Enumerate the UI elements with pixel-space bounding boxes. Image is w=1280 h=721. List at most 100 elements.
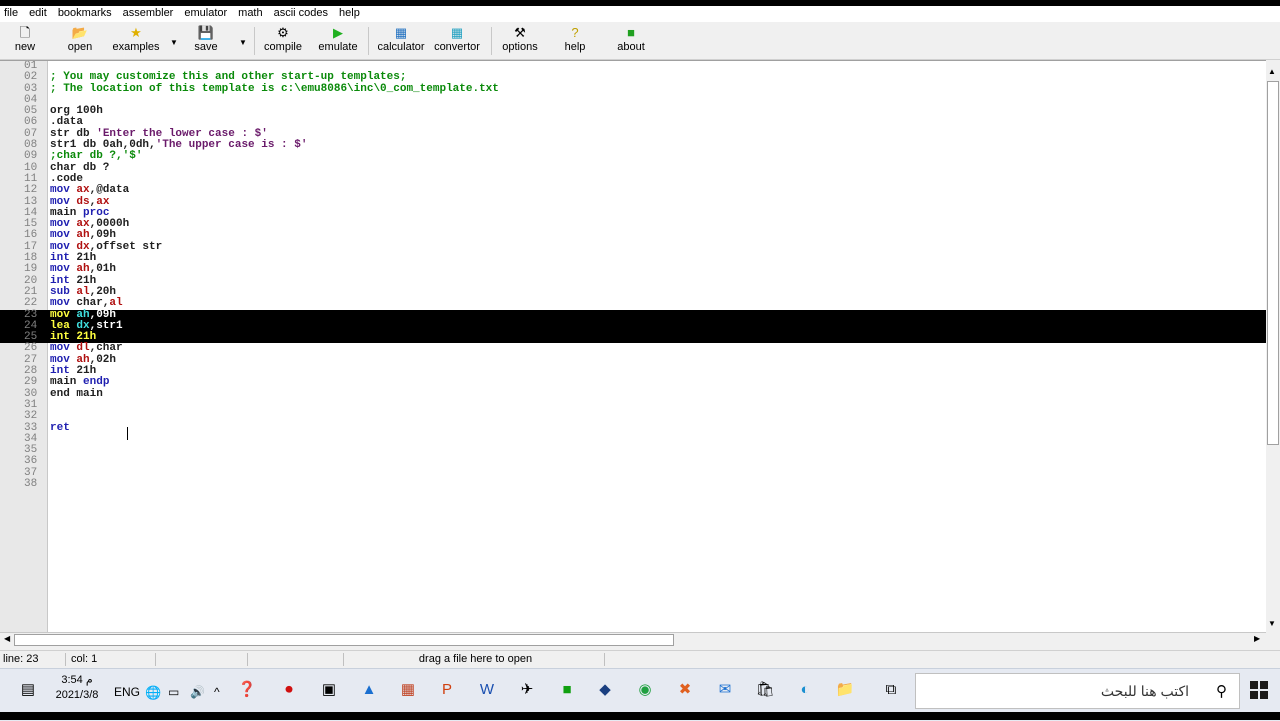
code-line[interactable]: 35 xyxy=(0,444,1266,456)
code-line[interactable]: 36 xyxy=(0,456,1266,468)
menu-ascii-codes[interactable]: ascii codes xyxy=(270,6,332,22)
photos-app-icon[interactable]: ▲ xyxy=(358,679,380,701)
code-line[interactable]: 23 mov ah,09h xyxy=(0,308,1266,321)
code-line[interactable]: 18 int 21h xyxy=(0,252,1266,264)
vertical-scroll-thumb[interactable] xyxy=(1267,81,1279,445)
taskbar-search[interactable]: اكتب هنا للبحث ⚲ xyxy=(915,673,1240,709)
code-line[interactable]: 37 xyxy=(0,467,1266,479)
code-line[interactable]: 15 mov ax,0000h xyxy=(0,218,1266,230)
word-app-icon[interactable]: W xyxy=(476,679,498,701)
code-line[interactable]: 16 mov ah,09h xyxy=(0,229,1266,242)
scroll-up-arrow-icon[interactable]: ▲ xyxy=(1268,67,1276,76)
tray-chevron-icon[interactable]: ^ xyxy=(214,685,220,699)
virtualbox-app-icon[interactable]: ◆ xyxy=(594,679,616,701)
code-line[interactable]: 34 xyxy=(0,433,1266,445)
menu-math[interactable]: math xyxy=(234,6,266,22)
code-line[interactable]: 29 main endp xyxy=(0,377,1266,389)
emu8086-app-icon[interactable]: ■ xyxy=(556,679,578,701)
battery-icon[interactable]: ▭ xyxy=(168,685,179,699)
chrome-app-icon[interactable]: ◉ xyxy=(634,679,656,701)
network-icon[interactable]: 🌐 xyxy=(145,685,161,701)
volume-icon[interactable]: 🔊 xyxy=(190,685,205,699)
code-line[interactable]: 19 mov ah,01h xyxy=(0,263,1266,276)
code-line[interactable]: 13 mov ds,ax xyxy=(0,196,1266,208)
xampp-app-icon[interactable]: ✖ xyxy=(674,679,696,701)
code-line[interactable]: 31 xyxy=(0,399,1266,411)
record-app-icon[interactable]: ⏺ xyxy=(278,679,300,701)
code-line[interactable]: 05 org 100h xyxy=(0,105,1266,117)
language-indicator[interactable]: ENG xyxy=(114,685,140,699)
code-line[interactable]: 26 mov dl,char xyxy=(0,342,1266,355)
code-line[interactable]: 11 .code xyxy=(0,173,1266,185)
code-line[interactable]: 32 xyxy=(0,410,1266,422)
code-line[interactable]: 03; The location of this template is c:\… xyxy=(0,83,1266,95)
app-icon[interactable]: ▣ xyxy=(318,679,340,701)
code-token: ah xyxy=(76,308,90,321)
save-button[interactable]: 💾 save xyxy=(190,26,222,58)
line-number: 09 xyxy=(24,150,38,163)
code-line[interactable]: 27 mov ah,02h xyxy=(0,354,1266,366)
code-editor[interactable]: 01 02; You may customize this and other s… xyxy=(0,60,1266,633)
winrar-app-icon[interactable]: ▦ xyxy=(397,679,419,701)
code-token: dl xyxy=(76,342,90,355)
menu-bar: file edit bookmarks assembler emulator m… xyxy=(0,6,1280,22)
menu-bookmarks[interactable]: bookmarks xyxy=(54,6,116,22)
about-button[interactable]: ■ about xyxy=(612,26,650,58)
code-line[interactable]: 20 int 21h xyxy=(0,275,1266,287)
code-token: ret xyxy=(50,421,70,434)
status-hint: drag a file here to open xyxy=(343,653,605,666)
horizontal-scroll-thumb[interactable] xyxy=(14,634,674,646)
compile-button[interactable]: ⚙ compile xyxy=(260,26,306,58)
open-button[interactable]: 📂 open xyxy=(62,26,98,58)
code-token: ,09h xyxy=(89,229,117,242)
menu-file[interactable]: file xyxy=(0,6,22,22)
notifications-icon[interactable]: ▤ xyxy=(17,679,39,701)
help-app-icon[interactable]: ❓ xyxy=(236,679,258,701)
task-view-icon[interactable]: ⧉ xyxy=(880,679,902,701)
start-button-icon[interactable] xyxy=(1250,681,1268,699)
code-line[interactable]: 38 xyxy=(0,478,1266,490)
powerpoint-app-icon[interactable]: P xyxy=(436,679,458,701)
file-explorer-icon[interactable]: 📁 xyxy=(834,679,856,701)
code-line[interactable]: 12 mov ax,@data xyxy=(0,184,1266,196)
edge-app-icon[interactable]: ◐ xyxy=(794,679,816,701)
convertor-button[interactable]: ▦ convertor xyxy=(430,26,484,58)
code-text: end main xyxy=(50,388,103,400)
menu-help[interactable]: help xyxy=(335,6,364,22)
code-line[interactable]: 08 str1 db 0ah,0dh,'The upper case is : $… xyxy=(0,139,1266,151)
examples-dropdown[interactable]: ▼ xyxy=(164,26,178,58)
system-clock[interactable]: 3:54 م 2021/3/8 xyxy=(52,673,102,703)
code-line[interactable]: 09 ;char db ?,'$' xyxy=(0,150,1266,163)
code-line[interactable]: 14 main proc xyxy=(0,207,1266,219)
vertical-scrollbar[interactable]: ▲ ▼ xyxy=(1266,61,1280,632)
new-button[interactable]: 🗋 new xyxy=(10,26,40,58)
save-dropdown[interactable]: ▼ xyxy=(233,26,247,58)
scroll-right-arrow-icon[interactable]: ▶ xyxy=(1254,634,1260,643)
code-line[interactable]: 22 mov char,al xyxy=(0,297,1266,309)
code-line[interactable]: 17 mov dx,offset str xyxy=(0,241,1266,253)
calculator-button[interactable]: ▦ calculator xyxy=(374,26,428,58)
options-button[interactable]: ⚒ options xyxy=(498,26,542,58)
scroll-down-arrow-icon[interactable]: ▼ xyxy=(1268,619,1276,628)
code-token: mov xyxy=(50,263,77,276)
help-button[interactable]: ? help xyxy=(560,26,590,58)
code-line[interactable]: 24 lea dx,str1 xyxy=(0,320,1266,333)
menu-emulator[interactable]: emulator xyxy=(180,6,231,22)
horizontal-scrollbar[interactable]: ◀ ▶ xyxy=(0,632,1266,647)
code-line[interactable]: 33 ret xyxy=(0,421,1266,434)
mail-app-icon[interactable]: ✉ xyxy=(714,679,736,701)
scroll-left-arrow-icon[interactable]: ◀ xyxy=(4,634,10,643)
emulate-button[interactable]: ▶ emulate xyxy=(314,26,362,58)
code-line[interactable]: 04 xyxy=(0,94,1266,106)
code-line[interactable]: 30 end main xyxy=(0,388,1266,400)
code-line[interactable]: 25 int 21h xyxy=(0,331,1266,344)
code-line[interactable]: 21 sub al,20h xyxy=(0,286,1266,298)
menu-assembler[interactable]: assembler xyxy=(119,6,178,22)
code-line[interactable]: 28 int 21h xyxy=(0,365,1266,377)
menu-edit[interactable]: edit xyxy=(25,6,51,22)
store-app-icon[interactable]: 🛍 xyxy=(754,679,776,701)
code-token: str db xyxy=(50,127,97,140)
app-icon[interactable]: ✈ xyxy=(516,679,538,701)
examples-button[interactable]: ★ examples xyxy=(108,26,164,58)
code-line[interactable]: 10 char db ? xyxy=(0,162,1266,174)
